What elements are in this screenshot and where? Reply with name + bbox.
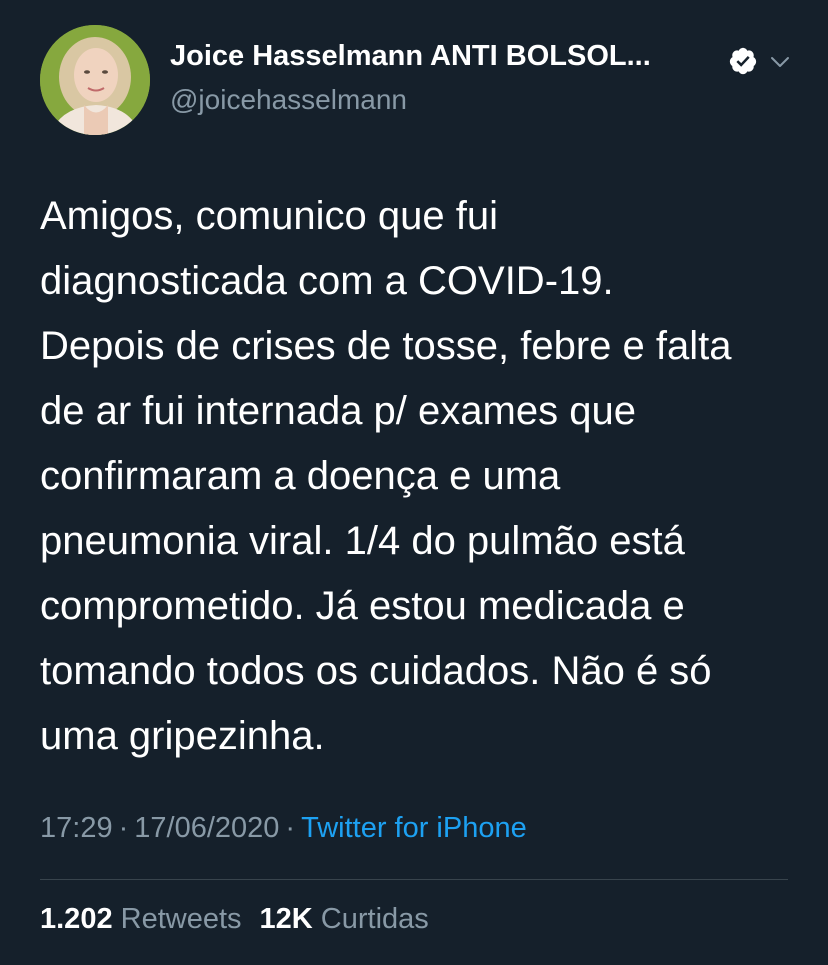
meta-separator: · [118, 812, 129, 844]
likes-count: 12K [259, 903, 313, 935]
user-handle[interactable]: @joicehasselmann [170, 84, 407, 116]
tweet-text: Amigos, comunico que fui diagnosticada c… [40, 194, 732, 758]
tweet-detail: Joice Hasselmann ANTI BOLSOL... @joiceha… [0, 0, 828, 965]
retweets-label: Retweets [120, 903, 242, 935]
tweet-meta: 17:29 · 17/06/2020 · Twitter for iPhone [40, 812, 527, 845]
profile-photo [40, 25, 150, 135]
chevron-down-icon[interactable] [768, 50, 792, 74]
verified-badge-icon [729, 47, 757, 75]
meta-separator: · [285, 812, 296, 844]
likes-label: Curtidas [320, 903, 429, 935]
likes-stat[interactable]: 12K Curtidas [260, 903, 429, 935]
avatar[interactable] [40, 25, 150, 135]
tweet-time[interactable]: 17:29 [40, 812, 113, 844]
tweet-source-link[interactable]: Twitter for iPhone [301, 812, 527, 844]
divider [40, 879, 788, 880]
display-name[interactable]: Joice Hasselmann ANTI BOLSOL... [170, 40, 710, 73]
tweet-stats: 1.202 Retweets 12K Curtidas [40, 903, 429, 936]
tweet-date[interactable]: 17/06/2020 [134, 812, 279, 844]
retweets-count: 1.202 [40, 903, 113, 935]
retweets-stat[interactable]: 1.202 Retweets [40, 903, 242, 935]
